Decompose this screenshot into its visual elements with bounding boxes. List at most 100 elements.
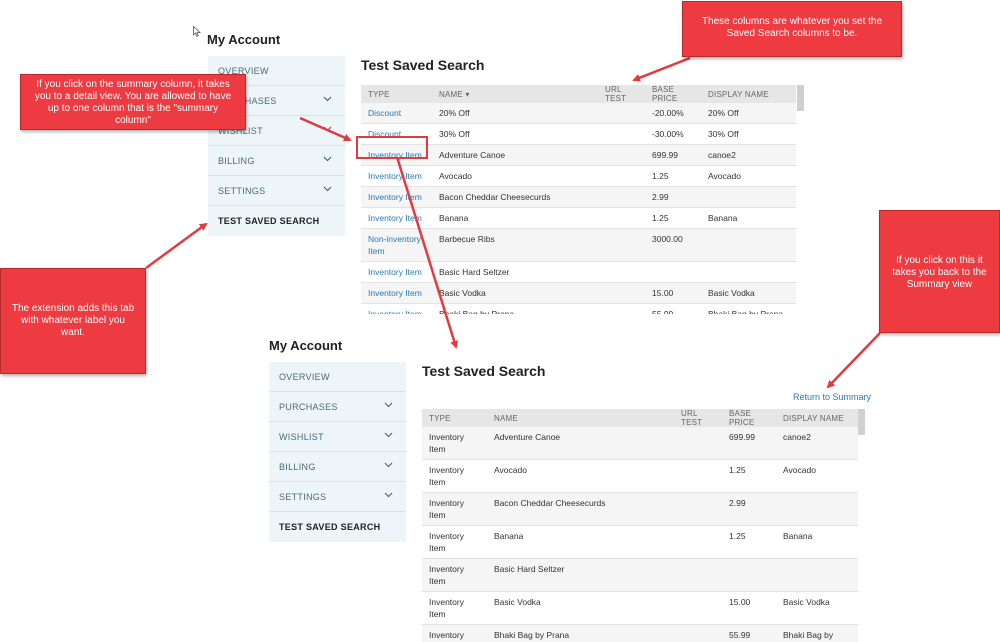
summary-link[interactable]: Inventory Item	[361, 261, 432, 283]
table-row: Inventory ItemBhaki Bag by Prana55.99Bha…	[422, 624, 858, 642]
sidebar-item-test-saved-search[interactable]: TEST SAVED SEARCH	[208, 206, 345, 236]
table-row: Inventory Item Basic Vodka 15.00 Basic Vodk…	[422, 591, 858, 625]
sidebar-item-settings[interactable]: SETTINGS	[208, 176, 345, 206]
table-cell: Bhaki Bag by Prana	[701, 303, 796, 314]
column-header-label: TYPE	[368, 89, 390, 99]
summary-link[interactable]: Inventory Item	[361, 303, 432, 314]
chevron-down-icon[interactable]	[323, 126, 333, 134]
table-cell: Banana	[701, 207, 796, 229]
chevron-down-icon[interactable]	[384, 432, 394, 440]
column-header-base-price[interactable]: BASE PRICE	[722, 409, 776, 427]
chevron-down-icon[interactable]	[384, 402, 394, 410]
column-header-display-name[interactable]: DISPLAY NAME	[776, 409, 858, 427]
callout-line: up to one column that is the "summary	[47, 103, 219, 114]
summary-column-highlight	[356, 136, 428, 159]
column-header-label: BASE PRICE	[652, 85, 678, 103]
sidebar-item-test-saved-search[interactable]: TEST SAVED SEARCH	[269, 512, 406, 542]
chevron-down-icon[interactable]	[323, 96, 333, 104]
table-cell	[598, 186, 645, 208]
summary-link[interactable]: Inventory Item	[361, 186, 432, 208]
arrow-to-return-link	[826, 332, 881, 389]
table-cell: Basic Vodka	[776, 591, 858, 625]
chevron-down-icon[interactable]	[323, 156, 333, 164]
table-cell	[674, 427, 722, 460]
table-cell: 55.99	[722, 624, 776, 642]
callout-columns-note: These columns are whatever you set the Sa…	[682, 1, 902, 57]
detail-table: TYPE NAME URL TEST BASE PRICE DISPLAY NAME I…	[422, 409, 866, 642]
column-header-type[interactable]: TYPE	[361, 85, 432, 103]
table-cell: 30% Off	[701, 123, 796, 145]
table-row: Inventory Item Bacon Cheddar Cheesecurds 2…	[422, 492, 858, 526]
table-cell: Basic Hard Seltzer	[487, 558, 674, 592]
callout-line: takes you back to the	[892, 267, 987, 278]
type-cell: Inventory Item	[422, 558, 487, 592]
table-cell: Bhaki Bag by Prana	[776, 624, 858, 642]
table-cell: 2.99	[722, 492, 776, 526]
callout-line: If you click on the summary column, it t…	[36, 79, 230, 90]
column-header-name[interactable]: NAME	[487, 409, 674, 427]
chevron-down-icon[interactable]	[323, 186, 333, 194]
summary-link[interactable]: Inventory Item	[361, 282, 432, 304]
sidebar-item-billing[interactable]: BILLING	[208, 146, 345, 176]
callout-line: These columns are whatever you set the	[701, 16, 883, 27]
sidebar-item-label: WISHLIST	[279, 431, 324, 442]
account-sidebar-detail: OVERVIEW PURCHASES WISHLIST BILLING SETTINGS…	[269, 362, 406, 542]
return-to-summary-link[interactable]: Return to Summary	[793, 392, 871, 402]
table-row: Inventory Item Adventure Canoe 699.99 canoe…	[422, 427, 858, 460]
sidebar-item-overview[interactable]: OVERVIEW	[269, 362, 406, 392]
table-cell	[674, 459, 722, 493]
column-header-label: NAME	[494, 413, 518, 423]
table-row: Inventory Item Banana 1.25 Banana	[422, 525, 858, 559]
chevron-down-icon[interactable]	[384, 462, 394, 470]
sidebar-item-settings[interactable]: SETTINGS	[269, 482, 406, 512]
table-cell: canoe2	[701, 144, 796, 166]
callout-line: If you click on this it	[896, 255, 983, 266]
table-row: Inventory Item Avocado 1.25 Avocado	[422, 459, 858, 493]
sidebar-item-label: PURCHASES	[279, 401, 338, 412]
chevron-down-icon[interactable]	[384, 492, 394, 500]
summary-link[interactable]: Inventory Item	[361, 207, 432, 229]
sidebar-item-billing[interactable]: BILLING	[269, 452, 406, 482]
callout-line: column"	[115, 115, 151, 126]
table-cell	[701, 228, 796, 262]
table-cell: Basic Vodka	[432, 282, 598, 304]
table-cell: Banana	[432, 207, 598, 229]
column-header-type[interactable]: TYPE	[422, 409, 487, 427]
sidebar-item-purchases[interactable]: PURCHASES	[269, 392, 406, 422]
column-header-name[interactable]: NAME ▾	[432, 85, 598, 103]
column-header-url-test[interactable]: URL TEST	[674, 409, 722, 427]
column-header-label: URL TEST	[681, 409, 703, 427]
callout-tab-note: The extension adds this tab with whatever…	[0, 268, 146, 374]
table-cell	[776, 558, 858, 592]
table-cell: Bacon Cheddar Cheesecurds	[487, 492, 674, 526]
table-scrollbar[interactable]	[797, 85, 804, 111]
column-header-url-test[interactable]: URL TEST	[598, 85, 645, 103]
table-cell: 20% Off	[701, 103, 796, 124]
table-cell: Avocado	[432, 165, 598, 187]
callout-back-note: If you click on this it takes you back to…	[879, 210, 1000, 333]
sidebar-item-label: SETTINGS	[279, 491, 327, 502]
table-cell: Bacon Cheddar Cheesecurds	[432, 186, 598, 208]
sidebar-item-wishlist[interactable]: WISHLIST	[269, 422, 406, 452]
summary-link[interactable]: Inventory Item	[361, 165, 432, 187]
table-cell: 30% Off	[432, 123, 598, 145]
type-cell: Inventory Item	[422, 525, 487, 559]
table-cell: Basic Vodka	[487, 591, 674, 625]
table-cell: Basic Vodka	[701, 282, 796, 304]
table-cell	[598, 144, 645, 166]
summary-link[interactable]: Discount	[361, 103, 432, 124]
table-row: Non-inventory Item Barbecue Ribs 3000.00	[361, 228, 796, 262]
type-cell: Inventory Item	[422, 591, 487, 625]
table-cell: Basic Hard Seltzer	[432, 261, 598, 283]
callout-line: you to a detail view. You are allowed to…	[34, 91, 232, 102]
callout-line: The extension adds this tab	[11, 303, 135, 314]
table-scrollbar-detail[interactable]	[858, 409, 865, 435]
sidebar-item-label: SETTINGS	[218, 185, 266, 196]
table-row: Inventory Item Basic Hard Seltzer	[422, 558, 858, 592]
column-header-display-name[interactable]: DISPLAY NAME	[701, 85, 796, 103]
page-title-detail: Test Saved Search	[422, 363, 546, 379]
column-header-base-price[interactable]: BASE PRICE	[645, 85, 701, 103]
summary-table: TYPE NAME ▾ URL TEST BASE PRICE DISPLAY NAME…	[361, 85, 805, 314]
summary-link[interactable]: Non-inventory Item	[361, 228, 432, 262]
table-cell: 699.99	[722, 427, 776, 460]
